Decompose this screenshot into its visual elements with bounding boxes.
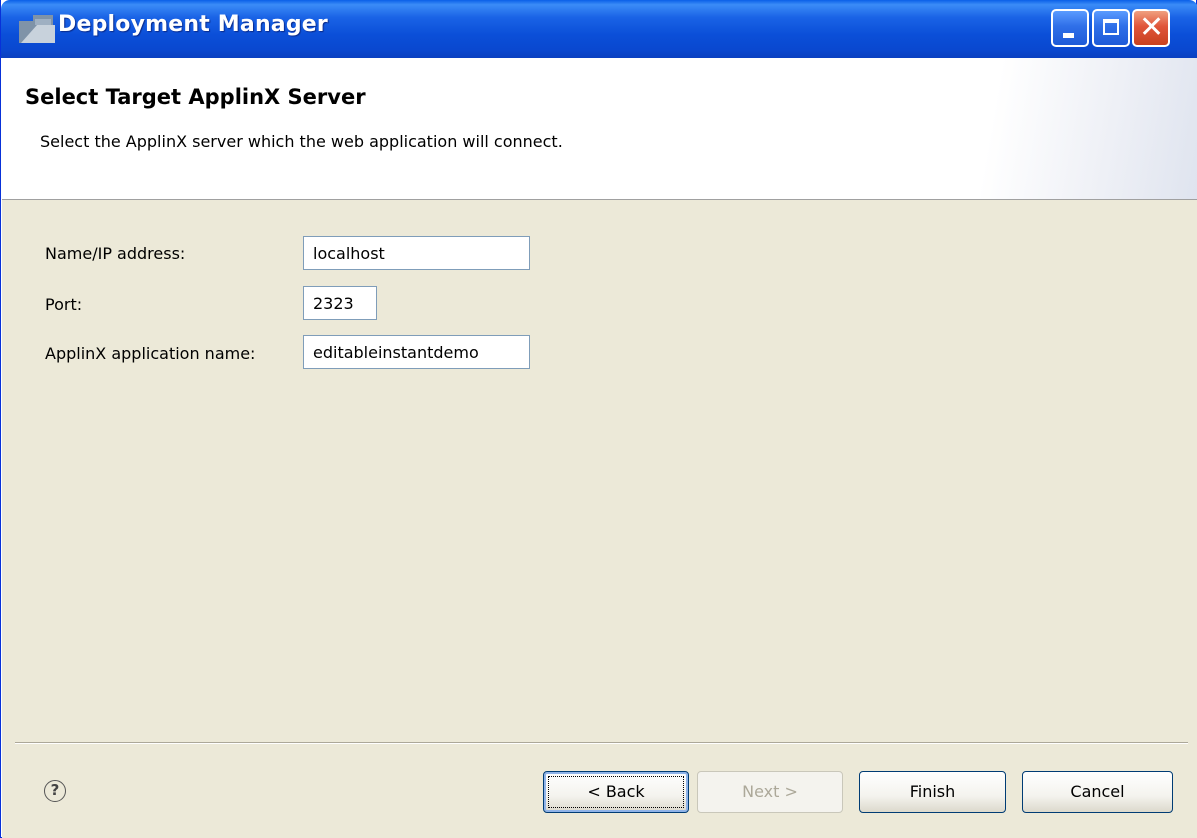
dialog-window: Deployment Manager ✕ Select Target Appli… xyxy=(0,0,1197,838)
page-description: Select the ApplinX server which the web … xyxy=(40,132,563,151)
page-title: Select Target ApplinX Server xyxy=(25,85,366,109)
maximize-icon xyxy=(1103,19,1119,35)
window-title: Deployment Manager xyxy=(58,12,328,37)
port-input[interactable] xyxy=(303,286,377,320)
help-icon[interactable]: ? xyxy=(44,780,66,802)
app-name-input[interactable] xyxy=(303,335,530,369)
finish-button-label: Finish xyxy=(909,782,956,801)
focus-ring xyxy=(548,776,684,808)
next-button-label: Next > xyxy=(742,782,798,801)
finish-button[interactable]: Finish xyxy=(859,771,1006,813)
minimize-icon xyxy=(1063,33,1074,38)
back-button[interactable]: < Back xyxy=(543,771,689,813)
next-button[interactable]: Next > xyxy=(697,771,843,813)
name-ip-input[interactable] xyxy=(303,236,530,270)
minimize-button[interactable] xyxy=(1051,9,1089,47)
cancel-button[interactable]: Cancel xyxy=(1022,771,1173,813)
wizard-body: Name/IP address: Port: ApplinX applicati… xyxy=(2,200,1197,838)
app-name-label: ApplinX application name: xyxy=(45,344,256,363)
cancel-button-label: Cancel xyxy=(1070,782,1125,801)
maximize-button[interactable] xyxy=(1092,9,1130,47)
close-button[interactable]: ✕ xyxy=(1132,9,1170,47)
name-ip-label: Name/IP address: xyxy=(45,244,186,263)
title-bar[interactable]: Deployment Manager ✕ xyxy=(1,0,1197,58)
button-divider xyxy=(15,742,1188,743)
wizard-header: Select Target ApplinX Server Select the … xyxy=(2,58,1197,199)
port-label: Port: xyxy=(45,295,83,314)
close-icon: ✕ xyxy=(1139,10,1165,45)
app-icon xyxy=(19,15,55,43)
